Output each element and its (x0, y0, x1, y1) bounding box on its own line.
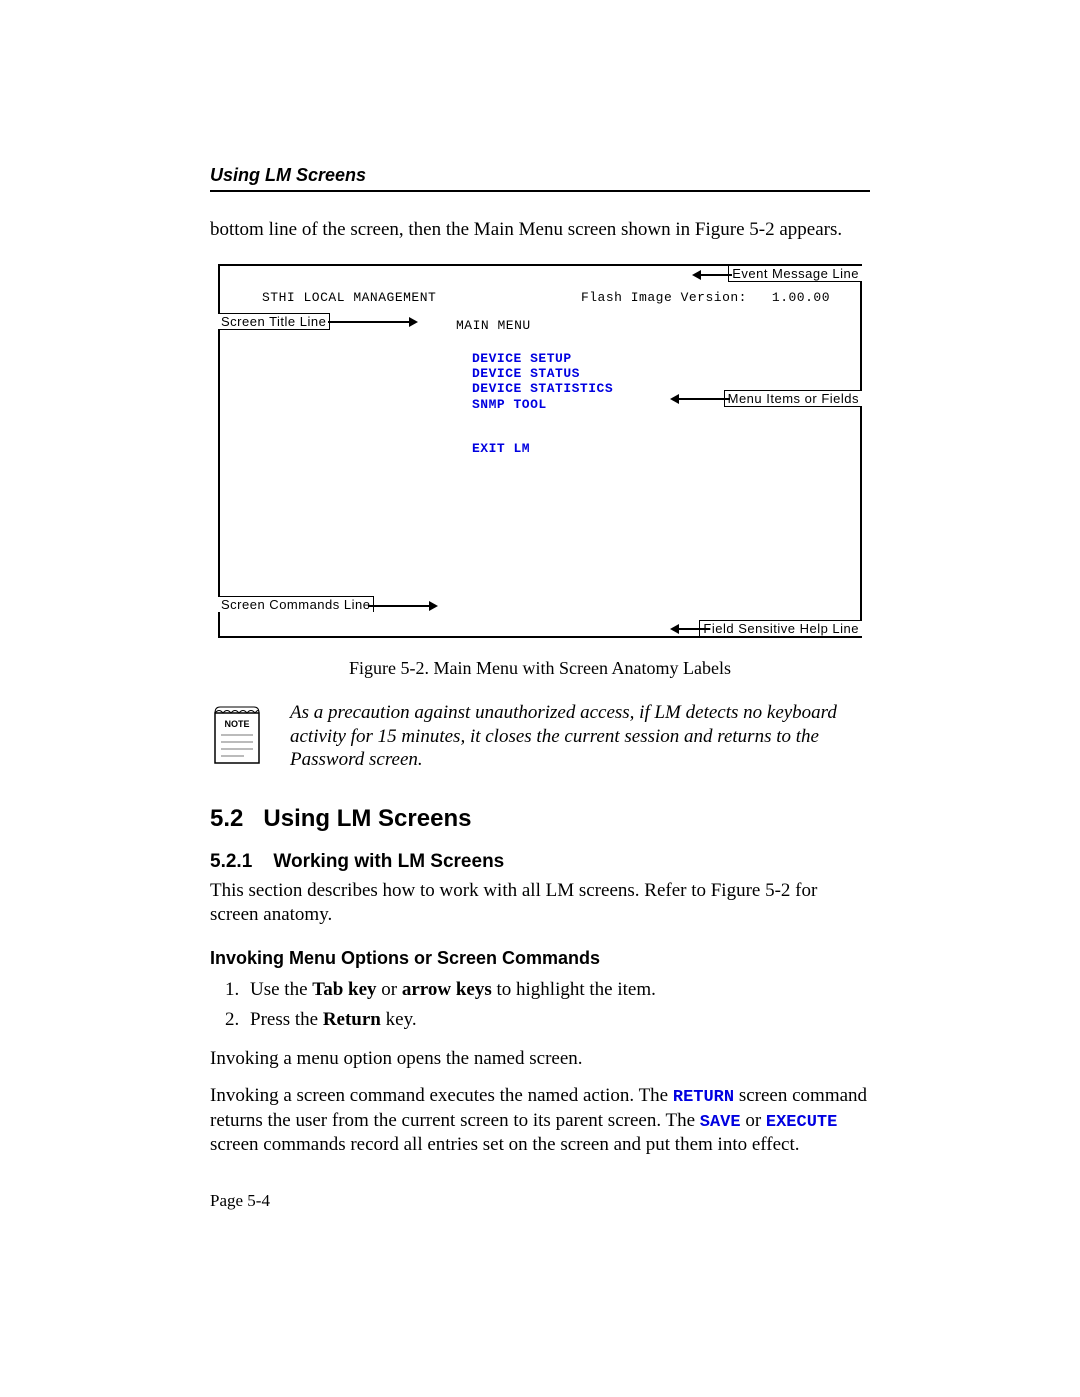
step-text: or (377, 979, 402, 1000)
figure-main-menu: STHI LOCAL MANAGEMENT Flash Image Versio… (218, 264, 862, 638)
section-title: Using LM Screens (263, 805, 471, 832)
fig-menu-item[interactable]: SNMP TOOL (472, 398, 613, 412)
fig-header-left: STHI LOCAL MANAGEMENT (262, 290, 436, 305)
fig-header-right-version: 1.00.00 (772, 290, 830, 305)
para-text: or (741, 1110, 766, 1131)
arrow-icon (692, 272, 732, 278)
note-icon: NOTE (210, 701, 268, 767)
arrow-icon (670, 626, 710, 632)
intro-paragraph: bottom line of the screen, then the Main… (210, 218, 870, 242)
step-2: Press the Return key. (244, 1007, 870, 1033)
step-text: Use the (250, 979, 312, 1000)
content-column: Using LM Screens bottom line of the scre… (210, 165, 870, 1211)
callout-help-line: Field Sensitive Help Line (699, 620, 862, 636)
step-1: Use the Tab key or arrow keys to highlig… (244, 977, 870, 1003)
para-text: Invoking a screen command executes the n… (210, 1085, 673, 1106)
fig-menu-item[interactable]: DEVICE STATISTICS (472, 382, 613, 396)
page: Using LM Screens bottom line of the scre… (0, 0, 1080, 1397)
subsection-title: Working with LM Screens (273, 851, 504, 872)
step-key: Tab key (312, 979, 376, 1000)
fig-menu-item[interactable]: DEVICE SETUP (472, 352, 613, 366)
para-b: Invoking a screen command executes the n… (210, 1084, 870, 1156)
cmd-save: SAVE (700, 1113, 741, 1132)
invoke-heading: Invoking Menu Options or Screen Commands (210, 948, 870, 969)
fig-header-right-label: Flash Image Version: (581, 290, 747, 305)
fig-exit-item[interactable]: EXIT LM (472, 441, 530, 456)
subsection-heading: 5.2.1 Working with LM Screens (210, 851, 870, 873)
callout-event-msg-line: Event Message Line (728, 266, 862, 282)
fig-header-right: Flash Image Version: 1.00.00 (581, 290, 830, 305)
note-block: NOTE As a precaution against unauthorize… (210, 701, 870, 779)
para-a: Invoking a menu option opens the named s… (210, 1047, 870, 1071)
fig-main-menu-title: MAIN MENU (456, 318, 531, 333)
subsection-intro: This section describes how to work with … (210, 879, 870, 927)
cmd-return: RETURN (673, 1088, 734, 1107)
arrow-icon (368, 603, 438, 609)
step-text: key. (381, 1009, 417, 1030)
callout-menu-items: Menu Items or Fields (724, 390, 862, 407)
step-text: Press the (250, 1009, 323, 1030)
running-header: Using LM Screens (210, 165, 870, 192)
step-key: Return (323, 1009, 381, 1030)
step-text: to highlight the item. (492, 979, 656, 1000)
section-number: 5.2 (210, 805, 243, 832)
note-text: As a precaution against unauthorized acc… (290, 701, 870, 772)
fig-menu-items: DEVICE SETUP DEVICE STATUS DEVICE STATIS… (472, 352, 613, 413)
fig-menu-item[interactable]: DEVICE STATUS (472, 367, 613, 381)
arrow-icon (670, 396, 730, 402)
section-heading: 5.2 Using LM Screens (210, 805, 870, 833)
para-text: screen commands record all entries set o… (210, 1134, 799, 1155)
callout-commands-line: Screen Commands Line (218, 596, 374, 612)
cmd-execute: EXECUTE (766, 1113, 837, 1132)
steps-list: Use the Tab key or arrow keys to highlig… (210, 977, 870, 1032)
note-badge-text: NOTE (224, 719, 249, 729)
step-key: arrow keys (402, 979, 492, 1000)
figure-caption: Figure 5-2. Main Menu with Screen Anatom… (210, 658, 870, 679)
arrow-icon (328, 319, 418, 325)
subsection-number: 5.2.1 (210, 851, 252, 872)
page-number: Page 5-4 (210, 1191, 870, 1211)
callout-screen-title-line: Screen Title Line (218, 313, 330, 330)
